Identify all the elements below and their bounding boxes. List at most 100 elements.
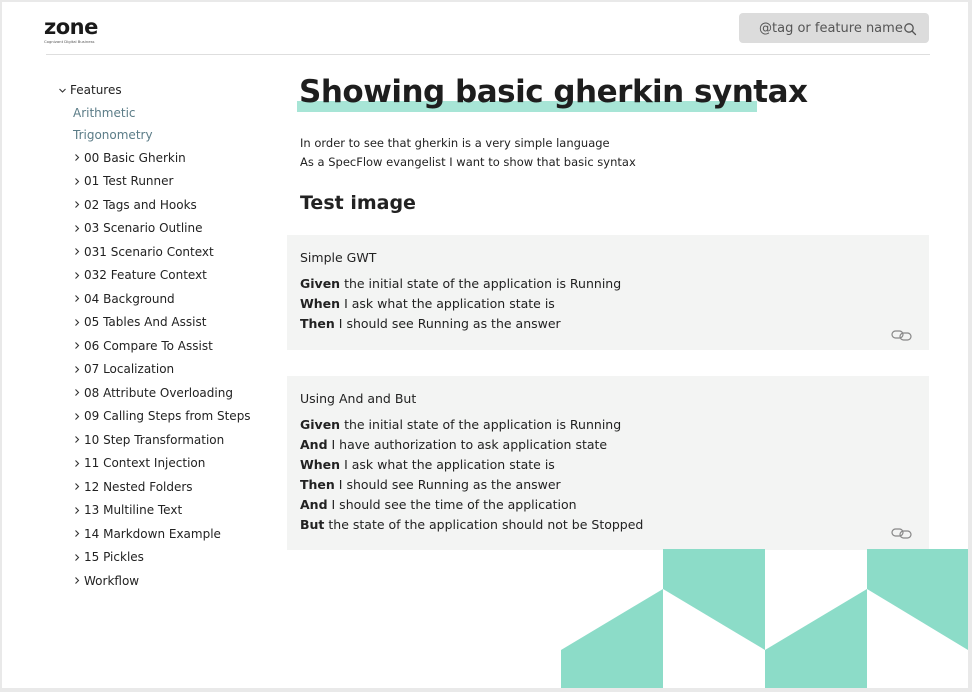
tree-folder-item[interactable]: 07 Localization [58,358,268,382]
tree-folder-item[interactable]: 02 Tags and Hooks [58,193,268,217]
scenario-card: Simple GWT Given the initial state of the… [287,235,929,350]
step-keyword: And [300,497,328,512]
scenario-step: Given the initial state of the applicati… [300,415,916,435]
tree-folder-item[interactable]: 06 Compare To Assist [58,334,268,358]
link-icon[interactable] [891,326,913,341]
step-keyword: But [300,517,325,532]
tree-folder-label: 031 Scenario Context [84,244,214,259]
tree-folder-item[interactable]: 09 Calling Steps from Steps [58,405,268,429]
tree-folder-label: 03 Scenario Outline [84,221,203,236]
search-input[interactable]: @tag or feature name [759,21,903,36]
tree-folder-item[interactable]: 13 Multiline Text [58,499,268,523]
scenario-title: Simple GWT [300,250,377,265]
tree-folder-item[interactable]: 11 Context Injection [58,452,268,476]
step-keyword: Then [300,477,335,492]
tree-folder-label: 13 Multiline Text [84,503,183,518]
step-text: the initial state of the application is … [344,276,622,291]
scenario-step: And I should see the time of the applica… [300,495,916,515]
main-content: Showing basic gherkin syntax In order to… [287,74,929,550]
description-line: In order to see that gherkin is a very s… [300,136,610,150]
tree-folder-label: 11 Context Injection [84,456,206,471]
chevron-right-icon [73,388,84,397]
search-icon[interactable] [903,21,917,36]
step-text: I should see the time of the application [331,497,577,512]
step-text: the initial state of the application is … [344,417,622,432]
scenario-step: Then I should see Running as the answer [300,475,916,495]
step-keyword: Given [300,417,341,432]
feature-description: In order to see that gherkin is a very s… [300,134,929,172]
logo[interactable]: zone Cognizant Digital Business [44,16,98,44]
chevron-right-icon [73,506,84,515]
chevron-right-icon [73,341,84,350]
step-keyword: Given [300,276,341,291]
chevron-right-icon [73,365,84,374]
tree-folder-item[interactable]: 03 Scenario Outline [58,217,268,241]
chevron-right-icon [73,153,84,162]
logo-subtitle: Cognizant Digital Business [44,39,95,44]
tree-folder-item[interactable]: 12 Nested Folders [58,475,268,499]
chevron-right-icon [73,318,84,327]
scenario-card: Using And and But Given the initial state… [287,376,929,550]
tree-link[interactable]: Arithmetic [58,102,268,124]
tree-folder-label: 15 Pickles [84,550,144,565]
chevron-right-icon [73,482,84,491]
description-line: As a SpecFlow evangelist I want to show … [300,155,636,169]
section-title: Test image [300,192,416,214]
chevron-right-icon [73,459,84,468]
step-text: I ask what the application state is [344,457,555,472]
tree-folder-item[interactable]: 01 Test Runner [58,170,268,194]
chevron-right-icon [73,177,84,186]
tree-folder-item[interactable]: 031 Scenario Context [58,240,268,264]
page-title-wrap: Showing basic gherkin syntax [297,74,929,120]
header-divider [46,54,930,55]
tree-folder-label: Workflow [84,573,140,588]
tree-folder-label: 08 Attribute Overloading [84,385,233,400]
tree-folder-label: 032 Feature Context [84,268,207,283]
link-icon[interactable] [891,524,913,539]
chevron-right-icon [73,247,84,256]
tree-link[interactable]: Trigonometry [58,124,268,146]
deco-shape [561,589,663,688]
tree-folder-item[interactable]: 04 Background [58,287,268,311]
tree-folder-item[interactable]: 00 Basic Gherkin [58,146,268,170]
step-text: the state of the application should not … [328,517,644,532]
scenario-step: And I have authorization to ask applicat… [300,435,916,455]
step-keyword: When [300,457,341,472]
deco-shape [867,549,968,650]
chevron-right-icon [73,412,84,421]
tree-folder-label: 12 Nested Folders [84,479,193,494]
scenario-step: When I ask what the application state is [300,455,916,475]
tree-folder-item[interactable]: 14 Markdown Example [58,522,268,546]
search-box[interactable]: @tag or feature name [739,13,929,43]
scenario-step: When I ask what the application state is [300,294,916,314]
tree-folder-label: 02 Tags and Hooks [84,197,197,212]
tree-folder-label: 00 Basic Gherkin [84,150,186,165]
chevron-right-icon [73,294,84,303]
step-text: I ask what the application state is [344,296,555,311]
scenario-step: Then I should see Running as the answer [300,314,916,334]
tree-root-features[interactable]: Features [58,82,268,98]
step-keyword: And [300,437,328,452]
tree-folder-item[interactable]: 032 Feature Context [58,264,268,288]
chevron-right-icon [73,576,84,585]
tree-folder-item[interactable]: 08 Attribute Overloading [58,381,268,405]
tree-folder-label: 07 Localization [84,362,175,377]
chevron-right-icon [73,224,84,233]
page: zone Cognizant Digital Business @tag or … [2,2,968,688]
scenario-step: But the state of the application should … [300,515,916,535]
tree-folder-item[interactable]: Workflow [58,569,268,593]
chevron-right-icon [73,435,84,444]
step-keyword: Then [300,316,335,331]
step-text: I have authorization to ask application … [331,437,608,452]
step-text: I should see Running as the answer [338,477,561,492]
tree-folder-item[interactable]: 15 Pickles [58,546,268,570]
logo-word: zone [44,15,98,39]
tree-folder-label: 10 Step Transformation [84,432,225,447]
tree-root-label: Features [70,83,122,97]
tree-folder-label: 05 Tables And Assist [84,315,207,330]
step-keyword: When [300,296,341,311]
tree-folder-item[interactable]: 10 Step Transformation [58,428,268,452]
chevron-down-icon [58,86,70,95]
step-text: I should see Running as the answer [338,316,561,331]
tree-folder-item[interactable]: 05 Tables And Assist [58,311,268,335]
